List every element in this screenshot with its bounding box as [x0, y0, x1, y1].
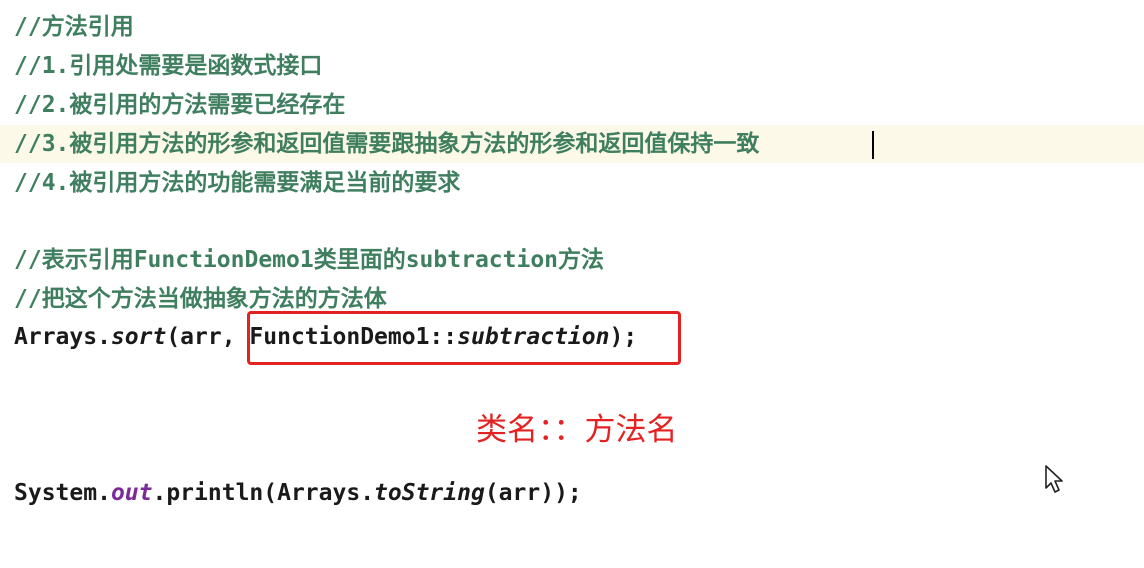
comment-line-2: //1.引用处需要是函数式接口: [14, 53, 323, 79]
print-code-line: System.out.println(Arrays.toString(arr))…: [14, 474, 582, 512]
mouse-pointer-icon: [1045, 465, 1063, 493]
comment-line-6: //表示引用FunctionDemo1类里面的subtraction方法: [14, 247, 605, 273]
comment-line-4: //3.被引用方法的形参和返回值需要跟抽象方法的形参和返回值保持一致: [14, 131, 760, 157]
out-field: out: [110, 480, 153, 506]
text-caret: [872, 131, 874, 159]
annotation-label: 类名：：方法名: [476, 412, 678, 448]
print-part-2: .println(Arrays.: [152, 480, 375, 506]
sort-prefix: Arrays.: [14, 324, 111, 350]
method-reference-highlight-box: [247, 311, 681, 365]
print-part-3: (arr));: [484, 480, 582, 506]
sort-method: sort: [110, 324, 167, 350]
tostring-method: toString: [374, 480, 485, 506]
print-part-1: System.: [14, 480, 111, 506]
sort-args-start: (arr,: [166, 324, 250, 350]
comment-line-1: //方法引用: [14, 14, 134, 40]
comment-line-3: //2.被引用的方法需要已经存在: [14, 92, 346, 118]
comment-line-5: //4.被引用方法的功能需要满足当前的要求: [14, 170, 461, 196]
code-editor[interactable]: //方法引用 //1.引用处需要是函数式接口 //2.被引用的方法需要已经存在 …: [0, 0, 1144, 568]
